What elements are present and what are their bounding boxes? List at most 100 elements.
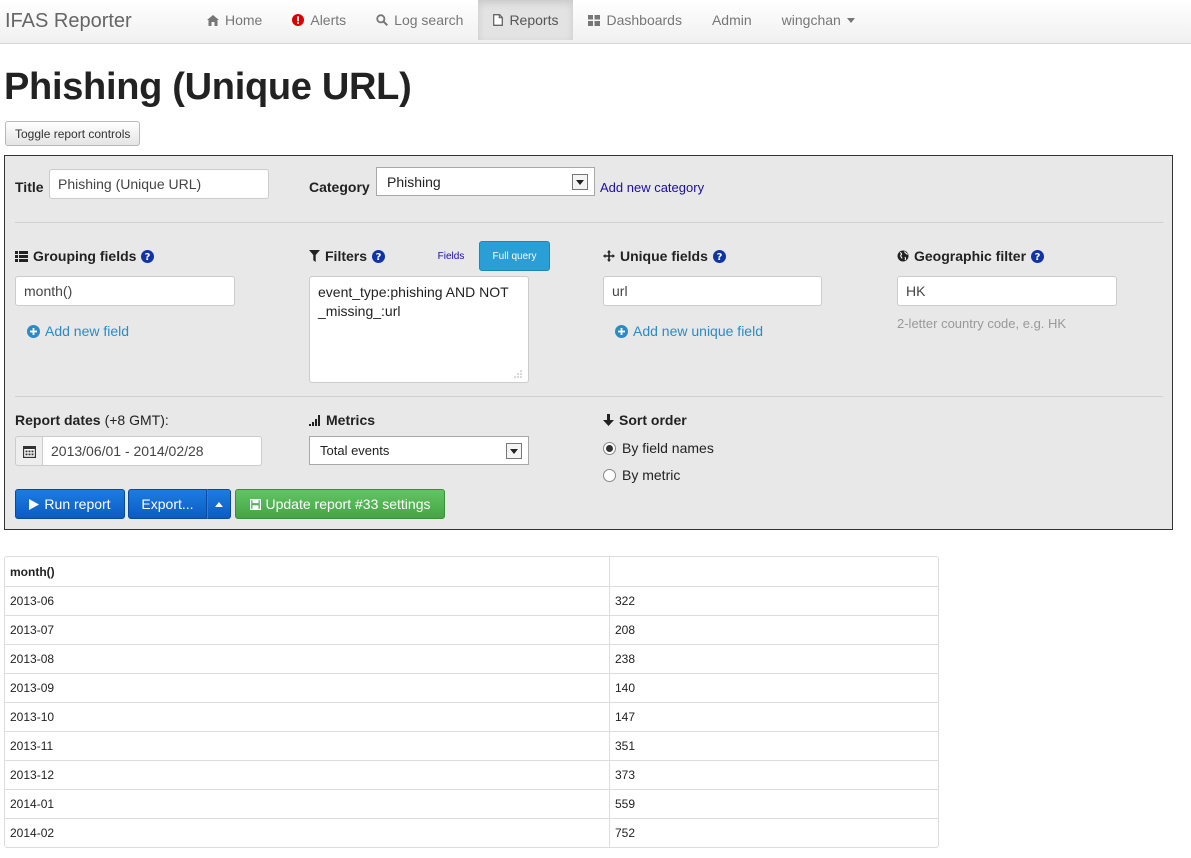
save-icon bbox=[249, 498, 261, 510]
nav-admin[interactable]: Admin bbox=[697, 0, 767, 40]
chevron-down-icon bbox=[572, 174, 588, 190]
grouping-field-input[interactable]: month() bbox=[15, 276, 235, 306]
brand-logo[interactable]: IFAS Reporter bbox=[5, 10, 132, 33]
unique-fields-heading: Unique fields ? bbox=[603, 248, 726, 264]
report-dates-heading: Report dates (+8 GMT): bbox=[15, 412, 169, 428]
table-row: 2014-01 559 bbox=[5, 789, 938, 818]
add-new-field-label: Add new field bbox=[45, 323, 130, 339]
date-range-picker[interactable]: 2013/06/01 - 2014/02/28 bbox=[15, 436, 262, 466]
sort-by-metric-label: By metric bbox=[622, 467, 681, 483]
table-cell-month: 2013-07 bbox=[5, 616, 610, 644]
chevron-down-icon bbox=[846, 17, 855, 23]
radio-button[interactable] bbox=[603, 441, 616, 455]
table-header-row: month() bbox=[5, 557, 938, 586]
nav-log-search-label: Log search bbox=[394, 12, 464, 28]
results-table: month() 2013-06 322 2013-07 208 2013-08 238 20… bbox=[4, 556, 939, 848]
date-range-input[interactable]: 2013/06/01 - 2014/02/28 bbox=[43, 436, 262, 466]
table-cell-month: 2013-09 bbox=[5, 674, 610, 702]
nav-reports[interactable]: Reports bbox=[478, 0, 574, 40]
table-cell-month: 2013-08 bbox=[5, 645, 610, 673]
sort-order-label: Sort order bbox=[619, 412, 687, 428]
nav-alerts[interactable]: Alerts bbox=[277, 0, 361, 40]
column-header-month[interactable]: month() bbox=[5, 557, 610, 586]
export-button[interactable]: Export... bbox=[128, 489, 207, 519]
search-icon bbox=[376, 14, 389, 26]
globe-icon bbox=[897, 250, 909, 262]
chevron-down-icon bbox=[506, 443, 522, 459]
help-icon[interactable]: ? bbox=[712, 249, 726, 263]
crosshair-icon bbox=[603, 250, 615, 262]
table-cell-value: 238 bbox=[615, 652, 636, 666]
table-cell-value: 322 bbox=[615, 594, 636, 608]
sort-by-metric-option[interactable]: By metric bbox=[603, 467, 680, 483]
resize-grip-icon[interactable] bbox=[513, 367, 523, 378]
table-row: 2013-08 238 bbox=[5, 644, 938, 673]
add-new-unique-field-link[interactable]: Add new unique field bbox=[615, 323, 763, 339]
unique-field-input[interactable]: url bbox=[603, 276, 822, 306]
table-row: 2013-06 322 bbox=[5, 586, 938, 615]
main-nav: Home Alerts Log search Reports Dashboard… bbox=[192, 0, 870, 40]
update-report-settings-button[interactable]: Update report #33 settings bbox=[235, 489, 445, 519]
table-cell-month: 2014-02 bbox=[5, 819, 610, 847]
metrics-label: Metrics bbox=[326, 412, 376, 428]
nav-user-label: wingchan bbox=[781, 12, 841, 28]
file-icon bbox=[493, 14, 504, 26]
grouping-fields-label: Grouping fields bbox=[33, 248, 137, 264]
nav-home-label: Home bbox=[225, 12, 263, 28]
geographic-filter-input[interactable]: HK bbox=[897, 276, 1117, 306]
geographic-filter-heading: Geographic filter ? bbox=[897, 248, 1045, 264]
table-cell-value: 208 bbox=[615, 623, 636, 637]
nav-dashboards-label: Dashboards bbox=[606, 12, 682, 28]
add-category-link[interactable]: Add new category bbox=[600, 180, 704, 195]
title-field[interactable]: Phishing (Unique URL) bbox=[49, 169, 269, 199]
table-cell-month: 2013-06 bbox=[5, 587, 610, 615]
update-report-settings-label: Update report #33 settings bbox=[265, 496, 431, 512]
help-icon[interactable]: ? bbox=[141, 249, 155, 263]
nav-log-search[interactable]: Log search bbox=[361, 0, 478, 40]
nav-user-menu[interactable]: wingchan bbox=[767, 0, 870, 40]
sort-order-heading: Sort order bbox=[603, 412, 687, 428]
help-icon[interactable]: ? bbox=[1031, 249, 1045, 263]
radio-button[interactable] bbox=[603, 468, 616, 482]
title-label: Title bbox=[15, 179, 44, 195]
plus-circle-icon bbox=[27, 324, 40, 338]
table-row: 2013-11 351 bbox=[5, 731, 938, 760]
category-selected-value: Phishing bbox=[387, 173, 441, 190]
svg-text:?: ? bbox=[376, 252, 382, 263]
table-cell-month: 2013-10 bbox=[5, 703, 610, 731]
list-icon bbox=[15, 250, 28, 262]
chevron-up-icon bbox=[215, 501, 223, 507]
nav-home[interactable]: Home bbox=[192, 0, 277, 40]
filters-query-textarea[interactable]: event_type:phishing AND NOT _missing_:ur… bbox=[309, 276, 529, 383]
run-report-label: Run report bbox=[44, 496, 111, 512]
filters-heading: Filters ? bbox=[309, 248, 386, 264]
table-cell-month: 2013-12 bbox=[5, 761, 610, 789]
category-select[interactable]: Phishing bbox=[376, 167, 595, 196]
report-dates-label: Report dates bbox=[15, 412, 101, 428]
filters-tab-full-query[interactable]: Full query bbox=[479, 241, 550, 271]
metrics-select[interactable]: Total events bbox=[309, 436, 529, 465]
add-new-unique-field-label: Add new unique field bbox=[633, 323, 763, 339]
calendar-icon[interactable] bbox=[15, 436, 43, 466]
sort-by-field-names-option[interactable]: By field names bbox=[603, 440, 714, 456]
table-row: 2013-12 373 bbox=[5, 760, 938, 789]
run-report-button[interactable]: Run report bbox=[15, 489, 125, 519]
navbar: IFAS Reporter Home Alerts Log search Rep… bbox=[0, 0, 1191, 44]
table-row: 2013-07 208 bbox=[5, 615, 938, 644]
geographic-filter-hint: 2-letter country code, e.g. HK bbox=[897, 316, 1067, 331]
table-cell-month: 2014-01 bbox=[5, 790, 610, 818]
signal-icon bbox=[309, 414, 321, 426]
filters-tab-fields[interactable]: Fields bbox=[426, 241, 476, 271]
column-header-metric[interactable] bbox=[610, 557, 938, 586]
help-icon[interactable]: ? bbox=[372, 249, 386, 263]
table-cell-value: 373 bbox=[615, 768, 636, 782]
filter-icon bbox=[309, 250, 320, 262]
filters-label: Filters bbox=[325, 248, 368, 264]
nav-dashboards[interactable]: Dashboards bbox=[573, 0, 697, 40]
nav-admin-label: Admin bbox=[711, 12, 752, 28]
add-new-field-link[interactable]: Add new field bbox=[27, 323, 129, 339]
alert-icon bbox=[292, 14, 305, 26]
toggle-report-controls-button[interactable]: Toggle report controls bbox=[5, 121, 141, 146]
table-cell-value: 351 bbox=[615, 739, 636, 753]
export-dropdown-toggle[interactable] bbox=[207, 489, 231, 519]
